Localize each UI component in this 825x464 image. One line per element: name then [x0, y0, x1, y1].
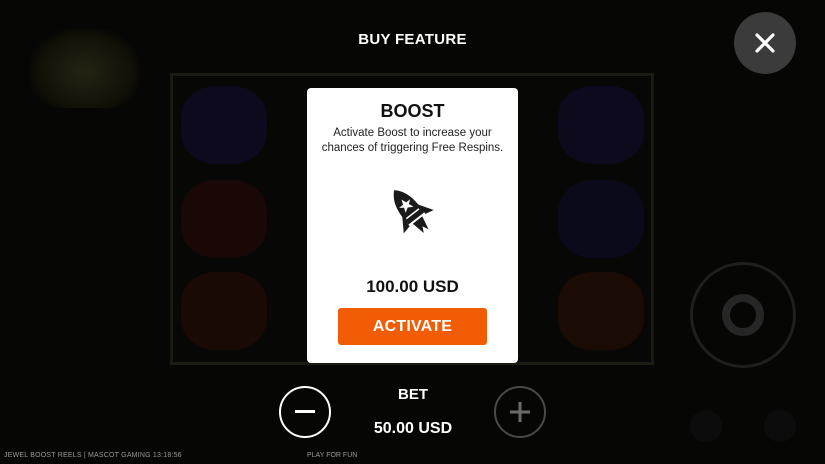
gem-symbol [558, 272, 644, 350]
feature-description: Activate Boost to increase your chances … [321, 127, 504, 154]
minus-icon [295, 410, 315, 413]
decrease-bet-button[interactable] [279, 386, 331, 438]
footer-play-mode: PLAY FOR FUN [307, 452, 358, 459]
gem-symbol [181, 180, 267, 258]
activate-button[interactable]: ACTIVATE [338, 308, 487, 345]
bet-value: 50.00 USD [373, 420, 453, 437]
gem-symbol [558, 86, 644, 164]
close-icon [755, 33, 775, 53]
footer-game-info: JEWEL BOOST REELS | MASCOT GAMING 13:18:… [4, 452, 182, 459]
gem-symbol [181, 272, 267, 350]
increase-bet-button[interactable] [494, 386, 546, 438]
feature-card: BOOST Activate Boost to increase your ch… [307, 88, 518, 363]
autoplay-icon [690, 410, 722, 442]
rocket-icon [393, 190, 434, 234]
plus-icon [510, 402, 530, 422]
feature-name: BOOST [380, 101, 445, 121]
spin-icon [722, 294, 764, 336]
gem-symbol [181, 86, 267, 164]
bet-label: BET [398, 386, 428, 403]
settings-icon [764, 410, 796, 442]
feature-price: 100.00 USD [366, 277, 459, 296]
close-button[interactable] [734, 12, 796, 74]
page-title: BUY FEATURE [358, 31, 467, 48]
gem-symbol [558, 180, 644, 258]
